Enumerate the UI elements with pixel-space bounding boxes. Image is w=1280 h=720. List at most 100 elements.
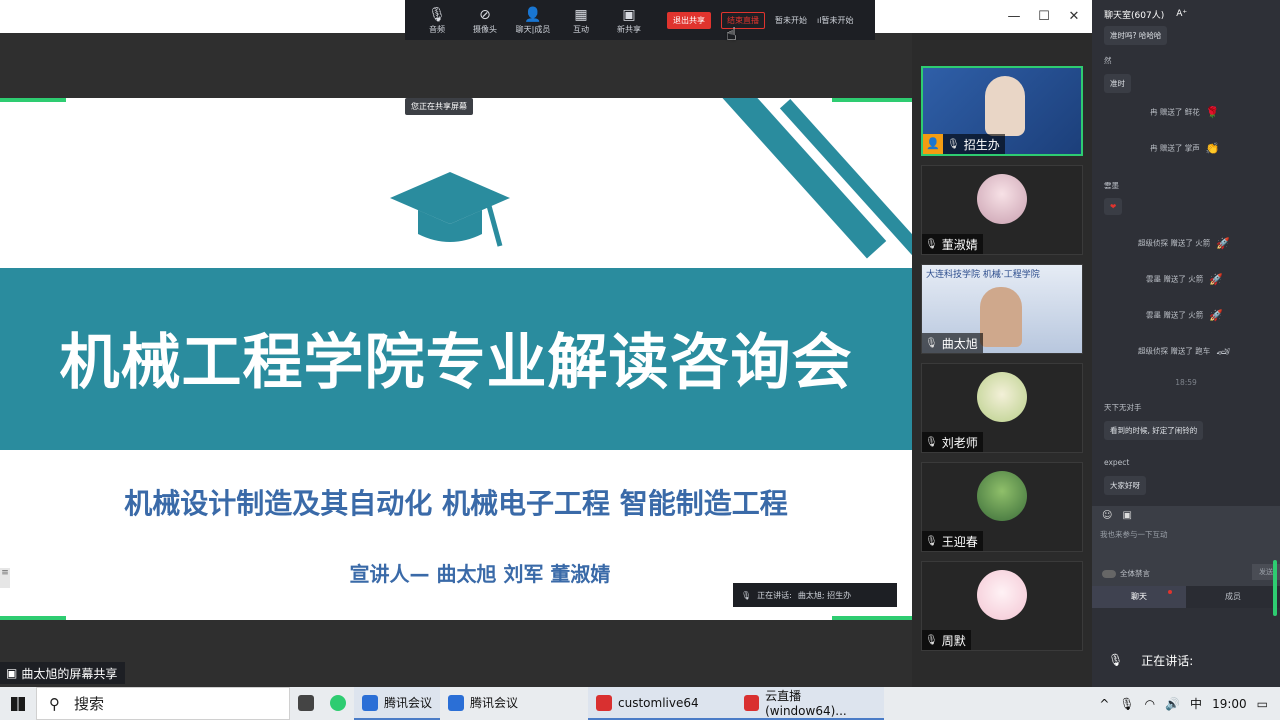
chevron-up-icon[interactable]: ^ xyxy=(1099,697,1109,711)
side-handle[interactable]: ≡ xyxy=(0,568,10,588)
volume-icon[interactable]: 🔊 xyxy=(1165,697,1180,711)
participant-tile[interactable]: 🎙 周默 xyxy=(921,561,1083,651)
participant-name-bar: 🎙 董淑婧 xyxy=(922,234,983,254)
mic-icon: 🎙 xyxy=(947,138,960,150)
participant-name-bar: 🎙 王迎春 xyxy=(922,531,983,551)
wifi-icon[interactable]: ◠ xyxy=(1145,697,1155,711)
sports-car-icon: 🏎 xyxy=(1216,345,1231,358)
taskbar-app[interactable]: 云直播(window64)... xyxy=(736,687,885,720)
unread-dot xyxy=(1168,590,1172,594)
windows-start-icon[interactable] xyxy=(0,687,36,720)
taskbar: ⚲ 搜索 腾讯会议 腾讯会议 customlive64 云直播(window64… xyxy=(0,687,1280,720)
mic-icon: 🎙 xyxy=(741,590,752,600)
minimize-icon[interactable]: — xyxy=(1005,8,1023,26)
meeting-toolbar: 🎙 音频 ⊘ 摄像头 👤 聊天|成员 ▦ 互动 ▣ 新共享 退出共享 结束直播 暂未开始 … xyxy=(405,0,875,40)
chat-sender: 雲墨 xyxy=(1104,181,1119,190)
gift-message: 雲墨 赠送了 火箭 🚀 xyxy=(1146,273,1223,286)
avatar xyxy=(977,372,1027,422)
record-status[interactable]: ıl暂未开始 xyxy=(817,15,853,26)
heart-icon: ❤ xyxy=(1104,198,1123,215)
taskbar-pin[interactable] xyxy=(322,687,354,720)
chat-input-area: ☺ ▣ 我也来参与一下互动 全体禁言 发送 xyxy=(1092,506,1280,586)
font-size-button[interactable]: A⁺ xyxy=(1176,9,1187,19)
mic-icon: 🎙 xyxy=(925,337,938,349)
mic-muted-icon: 🎙 xyxy=(925,634,938,646)
stop-share-button[interactable]: 退出共享 xyxy=(667,11,711,29)
chat-sender: expect xyxy=(1104,458,1130,467)
rocket-icon: 🚀 xyxy=(1209,309,1223,322)
chat-timestamp: 18:59 xyxy=(1175,378,1197,387)
graduation-cap-icon xyxy=(390,172,510,247)
toggle-switch[interactable] xyxy=(1102,569,1116,578)
clock[interactable]: 19:00 xyxy=(1212,697,1247,711)
rocket-icon: 🚀 xyxy=(1209,273,1223,286)
ime-lang[interactable]: 中 xyxy=(1190,695,1202,712)
share-frame-corner xyxy=(0,98,66,102)
participant-name-bar: 👤 🎙 招生办 xyxy=(923,134,1005,154)
participant-tile[interactable]: 大连科技学院 机械·工程学院 🎙 曲太旭 xyxy=(921,264,1083,354)
scrollbar[interactable] xyxy=(1273,560,1277,616)
share-screen-icon: ▣ xyxy=(622,6,636,23)
tab-members[interactable]: 成员 xyxy=(1186,586,1280,608)
emoji-icon[interactable]: ☺ xyxy=(1102,510,1112,521)
maximize-icon[interactable]: ☐ xyxy=(1035,8,1053,26)
share-frame-corner xyxy=(832,616,912,620)
chat-room-title: 聊天室(607人) xyxy=(1104,10,1165,21)
mic-muted-icon: 🎙 xyxy=(925,436,938,448)
pause-status[interactable]: 暂未开始 xyxy=(775,15,807,26)
image-icon[interactable]: ▣ xyxy=(1122,510,1131,521)
chat-message: 大家好呀 xyxy=(1104,476,1146,495)
close-icon[interactable]: ✕ xyxy=(1065,8,1083,26)
sharing-status-tag: 您正在共享屏幕 xyxy=(405,98,473,115)
members-icon: 👤 xyxy=(524,6,542,23)
tab-chat[interactable]: 聊天 xyxy=(1092,586,1186,608)
participant-tile[interactable]: 🎙 董淑婧 xyxy=(921,165,1083,255)
speaking-now: 🎙 正在讲话: xyxy=(1108,653,1194,668)
task-view-icon xyxy=(298,694,314,711)
speaking-names: 曲太旭; 招生办 xyxy=(797,590,852,600)
chat-input[interactable]: 我也来参与一下互动 xyxy=(1092,525,1280,544)
taskbar-search[interactable]: ⚲ 搜索 xyxy=(36,687,290,720)
gift-message: 冉 赠送了 鲜花 🌹 xyxy=(1150,106,1220,119)
tencent-meeting-icon xyxy=(362,694,378,711)
system-tray: ^ 🎙 ◠ 🔊 中 19:00 ▭ xyxy=(1099,687,1280,720)
taskbar-app[interactable]: 腾讯会议 xyxy=(440,687,588,720)
participant-tile[interactable]: 🎙 王迎春 xyxy=(921,462,1083,552)
toolbar-audio[interactable]: 🎙 音频 xyxy=(413,6,461,35)
chat-message: 准时 xyxy=(1104,74,1131,93)
chat-sender: 然 xyxy=(1104,56,1112,65)
chat-panel: 聊天室(607人) A⁺ 准时吗? 哈哈哈 然 准时 冉 赠送了 鲜花 🌹 冉 赠… xyxy=(1092,0,1280,687)
chat-header: 聊天室(607人) A⁺ xyxy=(1092,0,1280,28)
taskbar-app[interactable]: customlive64 xyxy=(588,687,737,720)
participant-tile[interactable]: 🎙 刘老师 xyxy=(921,363,1083,453)
mic-muted-icon: 🎙 xyxy=(925,535,938,547)
screen-icon: ▣ xyxy=(6,666,18,680)
screenshare-label: ▣ 曲太旭的屏幕共享 xyxy=(0,662,126,684)
taskbar-app[interactable]: 腾讯会议 xyxy=(354,687,441,720)
taskbar-pin[interactable] xyxy=(290,687,322,720)
toolbar-interact[interactable]: ▦ 互动 xyxy=(557,6,605,35)
participant-name-bar: 🎙 刘老师 xyxy=(922,432,983,452)
mute-all-toggle[interactable]: 全体禁言 xyxy=(1102,568,1150,579)
mic-muted-icon: 🎙 xyxy=(925,238,938,250)
share-frame-corner xyxy=(832,98,912,102)
microphone-icon: 🎙 xyxy=(428,6,446,23)
participant-name-bar: 🎙 周默 xyxy=(922,630,971,650)
notification-icon[interactable]: ▭ xyxy=(1257,697,1268,711)
microphone-icon[interactable]: 🎙 xyxy=(1119,697,1134,711)
camera-off-icon: ⊘ xyxy=(479,6,491,23)
gift-message: 雲墨 赠送了 火箭 🚀 xyxy=(1146,309,1223,322)
toolbar-members[interactable]: 👤 聊天|成员 xyxy=(509,6,557,35)
live-app-icon xyxy=(596,694,613,711)
shared-slide: 您正在共享屏幕 机械工程学院专业解读咨询会 机械设计制造及其自动化 机械电子工程… xyxy=(0,98,912,620)
toolbar-new-share[interactable]: ▣ 新共享 xyxy=(605,6,653,35)
search-icon: ⚲ xyxy=(49,694,60,713)
mouse-pointer-icon: ☝ xyxy=(726,24,737,45)
speaking-label: 正在讲话: xyxy=(757,590,792,600)
title-band: 机械工程学院专业解读咨询会 xyxy=(0,268,912,450)
slide-title: 机械工程学院专业解读咨询会 xyxy=(59,328,853,398)
rocket-icon: 🚀 xyxy=(1216,237,1230,250)
screen: — ☐ ✕ 您正在共享屏幕 机械工程学院专业解读咨询会 机械设计制造及其自动化 … xyxy=(0,0,1280,720)
toolbar-camera[interactable]: ⊘ 摄像头 xyxy=(461,6,509,35)
participant-tile[interactable]: 👤 🎙 招生办 xyxy=(921,66,1083,156)
